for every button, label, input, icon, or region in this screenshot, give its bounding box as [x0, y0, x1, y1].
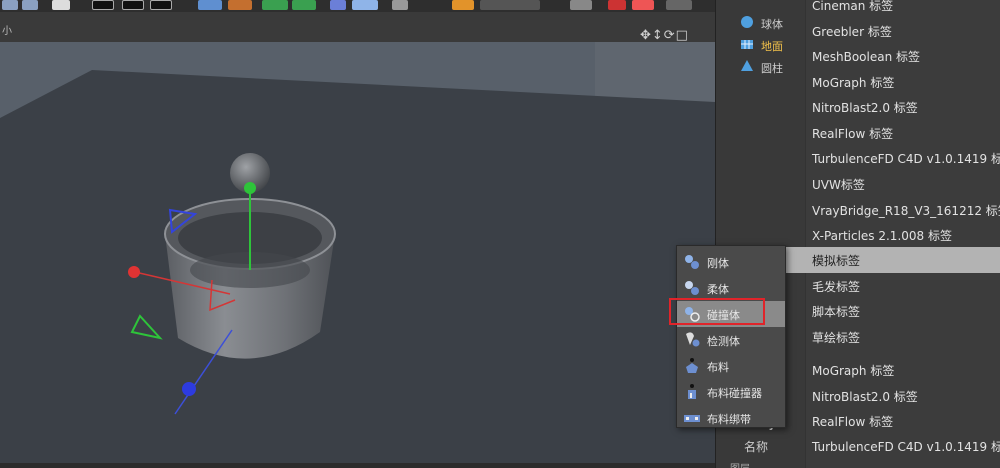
tag-menu-item[interactable]: MeshBoolean 标签 — [806, 43, 1000, 69]
main-toolbar — [0, 0, 720, 12]
render-settings-icon[interactable] — [150, 0, 172, 10]
menu-item-cloth-collider[interactable]: 布料碰撞器 — [677, 379, 785, 405]
deformer-icon[interactable] — [330, 0, 346, 10]
tag-menu-item[interactable]: NitroBlast2.0 标签 — [806, 383, 1000, 409]
tag-menu-item[interactable]: X-Particles 2.1.008 标签 — [806, 222, 1000, 248]
tag-menu-item[interactable]: Cineman 标签 — [806, 0, 1000, 18]
viewport-3d[interactable] — [0, 42, 715, 468]
tag-menu-item[interactable]: TurbulenceFD C4D v1.0.1419 标签 — [806, 145, 1000, 171]
nurbs-icon[interactable] — [262, 0, 288, 10]
workplane-icon[interactable] — [570, 0, 592, 10]
tag-menu-item[interactable]: TurbulenceFD C4D v1.0.1419 标签 — [806, 433, 1000, 459]
object-row-sphere[interactable]: 球体 — [716, 12, 806, 32]
menu-item-ghost-body[interactable]: 检测体 — [677, 327, 785, 353]
rigid-body-icon — [685, 255, 699, 269]
object-row-floor[interactable]: 地面 — [716, 34, 806, 54]
timeline-strip — [0, 463, 715, 468]
camera-icon[interactable] — [392, 0, 408, 10]
scene-icon[interactable] — [352, 0, 378, 10]
sphere-icon — [741, 16, 753, 28]
floor-icon — [741, 40, 753, 49]
floor-plane — [0, 70, 715, 468]
viewport-title: 小 — [2, 26, 12, 37]
simulation-submenu: 刚体 柔体 碰撞体 检测体 布料 布料碰撞器 布料绑带 — [676, 245, 786, 428]
render-icon[interactable] — [122, 0, 144, 10]
render-view-icon[interactable] — [92, 0, 114, 10]
menu-item-cloth[interactable]: 布料 — [677, 353, 785, 379]
cloth-icon — [686, 358, 698, 373]
tag-menu-item-simulation[interactable]: 模拟标签 — [786, 247, 1000, 273]
menu-item-rigid-body[interactable]: 刚体 — [677, 249, 785, 275]
viewport-nav-icons[interactable]: ✥↕⟳□ — [640, 28, 689, 43]
highlight-box — [669, 298, 765, 325]
redo-icon[interactable] — [22, 0, 38, 10]
cylinder-icon — [741, 60, 753, 71]
undo-icon[interactable] — [2, 0, 18, 10]
tag-menu-item[interactable]: RealFlow 标签 — [806, 408, 1000, 434]
cloth-collider-icon — [688, 384, 696, 399]
tag-menu-item[interactable]: UVW标签 — [806, 171, 1000, 197]
sort-icon[interactable] — [666, 0, 692, 10]
tag-menu-item[interactable]: VrayBridge_R18_V3_161212 标签 — [806, 197, 1000, 223]
object-label: 圆柱 — [761, 62, 783, 75]
spline-icon[interactable] — [228, 0, 252, 10]
tag-menu-item[interactable]: MoGraph 标签 — [806, 69, 1000, 95]
object-label: 地面 — [761, 40, 783, 53]
tag-menu-item[interactable]: MoGraph 标签 — [806, 357, 1000, 383]
record-icon[interactable] — [608, 0, 626, 10]
light-icon[interactable] — [452, 0, 474, 10]
tag-menu-item[interactable]: 草绘标签 — [806, 324, 1000, 350]
tag-menu-item[interactable]: RealFlow 标签 — [806, 120, 1000, 146]
object-row-cylinder[interactable]: 圆柱 — [716, 56, 806, 76]
cloth-belt-icon — [684, 415, 700, 422]
scene-render — [0, 42, 715, 468]
ghost-body-icon — [686, 332, 700, 347]
property-layer-label: 图层 — [730, 460, 750, 468]
snap-icon[interactable] — [480, 0, 540, 10]
soft-body-icon — [685, 281, 699, 295]
property-name-label: 名称 — [744, 440, 769, 454]
array-icon[interactable] — [292, 0, 316, 10]
cube-icon[interactable] — [198, 0, 222, 10]
tag-menu-item[interactable]: Greebler 标签 — [806, 18, 1000, 44]
tag-menu-item[interactable]: 毛发标签 — [806, 273, 1000, 299]
frame-icon[interactable] — [52, 0, 70, 10]
tags-menu: Cineman 标签 Greebler 标签 MeshBoolean 标签 Mo… — [786, 0, 1000, 468]
tag-menu-item[interactable]: 脚本标签 — [806, 298, 1000, 324]
object-label: 球体 — [761, 18, 783, 31]
menu-item-cloth-belt[interactable]: 布料绑带 — [677, 405, 785, 431]
tag-menu-item[interactable]: NitroBlast2.0 标签 — [806, 94, 1000, 120]
viewport-header: 小 ✥↕⟳□ — [0, 12, 720, 43]
render-region-icon[interactable] — [632, 0, 654, 10]
